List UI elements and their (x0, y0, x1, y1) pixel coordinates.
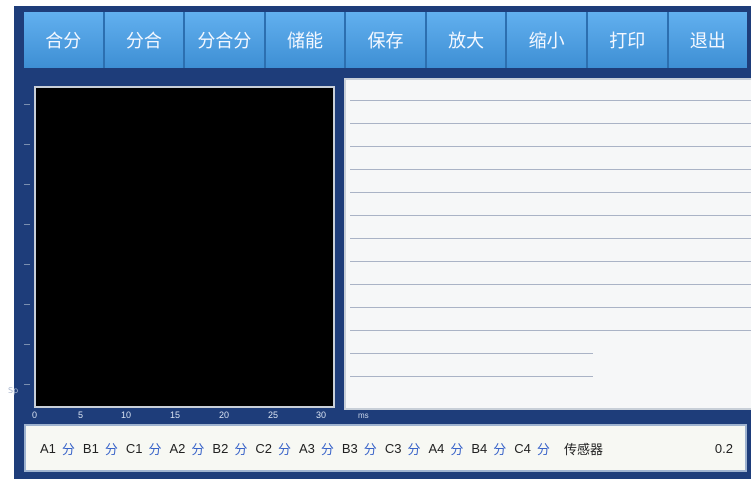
x-tick-label: 30 (316, 410, 327, 420)
channel-state: 分 (104, 442, 118, 458)
channel-label: A2 (169, 440, 186, 456)
x-axis-unit: ms (358, 411, 369, 420)
channel-state: 分 (148, 442, 162, 458)
waveform-plot[interactable] (34, 86, 335, 408)
x-tick-label: 0 (32, 410, 38, 420)
y-axis-label: Sp (8, 386, 19, 395)
list-row (350, 261, 751, 262)
list-row (350, 330, 751, 331)
close-open-button[interactable]: 合分 (24, 12, 105, 68)
channel-label: A3 (298, 440, 315, 456)
x-tick-label: 10 (121, 410, 132, 420)
channel-state: 分 (536, 442, 550, 458)
channel-label: B3 (341, 440, 358, 456)
channel-state: 分 (277, 442, 291, 458)
x-tick-label: 25 (268, 410, 279, 420)
y-tick (24, 144, 30, 145)
list-row (350, 353, 593, 354)
channel-label: A4 (428, 440, 445, 456)
channel-label: C1 (125, 440, 143, 456)
channel-label: C4 (514, 440, 531, 456)
list-row (350, 238, 751, 239)
list-row (350, 307, 751, 308)
channel-label: A1 (40, 440, 56, 456)
x-tick-label: 15 (170, 410, 181, 420)
exit-button[interactable]: 退出 (668, 12, 748, 68)
list-row (350, 123, 751, 124)
list-row (350, 100, 751, 101)
list-row (350, 376, 593, 377)
list-row (350, 192, 751, 193)
channel-state: 分 (320, 442, 334, 458)
status-bar: A1 分 B1 分 C1 分 A2 分 B2 分 C2 分 A3 分 B3 分 … (24, 424, 747, 472)
channel-label: B1 (82, 440, 99, 456)
channel-label: C2 (255, 440, 272, 456)
x-tick-label: 20 (219, 410, 230, 420)
sensor-label: 传感器 (563, 442, 603, 458)
x-tick-label: 5 (78, 410, 84, 420)
list-row (350, 169, 751, 170)
y-tick (24, 184, 30, 185)
y-tick (24, 384, 30, 385)
toolbar: 合分 分合 分合分 储能 保存 放大 缩小 打印 退出 (24, 12, 748, 68)
list-row (350, 215, 751, 216)
channel-state: 分 (61, 442, 75, 458)
device-screen: 合分 分合 分合分 储能 保存 放大 缩小 打印 退出 Sp 0 5 10 15… (8, 6, 751, 479)
channel-state: 分 (493, 442, 507, 458)
channel-label: C3 (384, 440, 402, 456)
y-tick (24, 304, 30, 305)
channel-state: 分 (407, 442, 421, 458)
channel-state: 分 (191, 442, 205, 458)
open-close-button[interactable]: 分合 (104, 12, 186, 68)
data-list-panel[interactable] (344, 78, 751, 410)
channel-state: 分 (234, 442, 248, 458)
save-button[interactable]: 保存 (346, 12, 427, 68)
y-tick (24, 224, 30, 225)
x-axis: 0 5 10 15 20 25 30 ms (22, 408, 369, 424)
y-tick (24, 264, 30, 265)
y-tick (24, 104, 30, 105)
open-close-open-button[interactable]: 分合分 (185, 12, 266, 68)
channel-state: 分 (363, 442, 377, 458)
channel-label: B2 (212, 440, 229, 456)
energy-storage-button[interactable]: 储能 (265, 12, 347, 68)
zoom-in-button[interactable]: 放大 (426, 12, 508, 68)
channel-label: B4 (471, 440, 488, 456)
sensor-value: 0.2 (714, 440, 733, 456)
y-tick (24, 344, 30, 345)
print-button[interactable]: 打印 (587, 12, 669, 68)
y-axis (22, 84, 32, 406)
list-row (350, 146, 751, 147)
channel-state: 分 (450, 442, 464, 458)
list-row (350, 284, 751, 285)
zoom-out-button[interactable]: 缩小 (507, 12, 588, 68)
